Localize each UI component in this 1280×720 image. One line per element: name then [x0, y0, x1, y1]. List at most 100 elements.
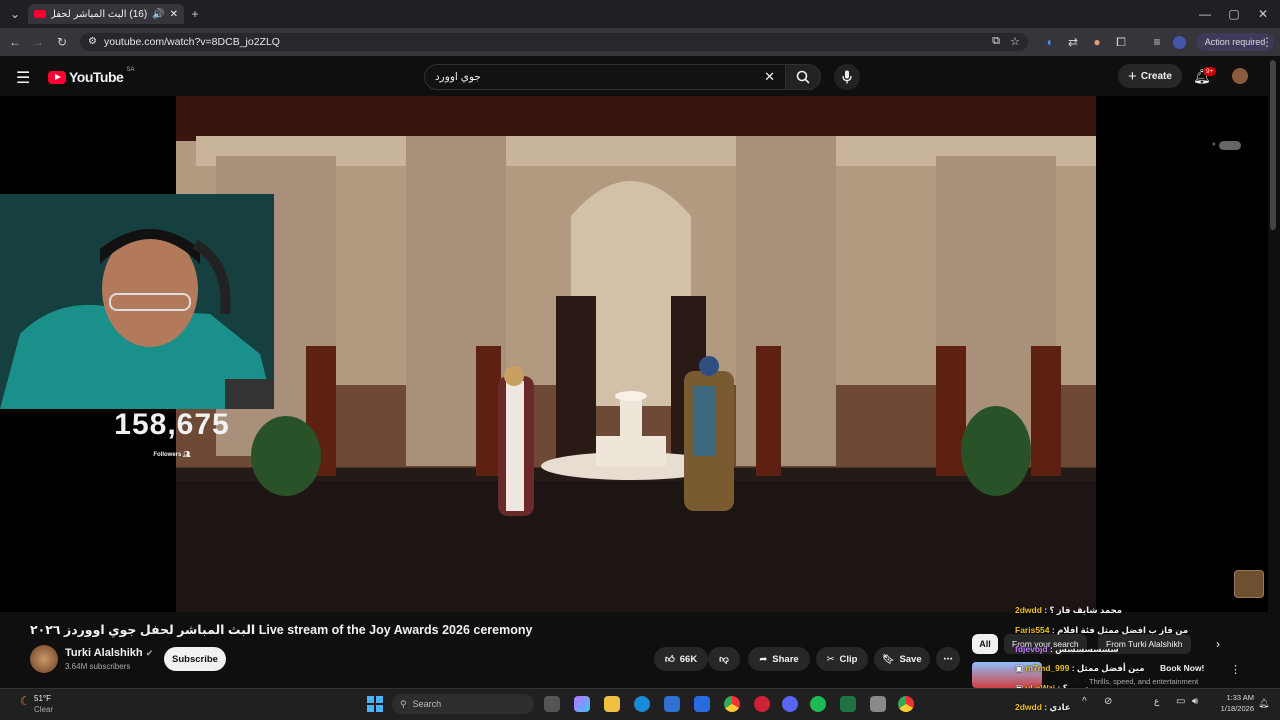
hamburger-menu-icon[interactable]: ☰ [16, 68, 30, 88]
site-info-icon[interactable]: ⚙ [88, 36, 97, 47]
weather-icon[interactable]: ☾ [20, 694, 31, 708]
clear-search-icon[interactable]: ✕ [764, 69, 775, 85]
chrome-profile-icon[interactable] [898, 696, 914, 712]
share-button[interactable]: ➦ Share [748, 647, 810, 671]
followers-label-text: Followers [153, 452, 182, 458]
volume-icon[interactable]: 🔊︎ [1192, 696, 1198, 707]
chat-message: fdjevojd : سسسسسسس [1015, 644, 1119, 654]
spotify-icon[interactable] [810, 696, 826, 712]
chat-message: 2dwdd : محمد شايف فاز ؟ [1015, 605, 1123, 615]
chrome-icon[interactable] [724, 696, 740, 712]
chat-text: مين أفضل ممثل [1076, 663, 1145, 673]
maximize-icon[interactable]: ▢ [1225, 5, 1243, 23]
chat-text: سسسسسسس [1055, 644, 1119, 654]
youtube-play-logo-icon [48, 70, 66, 84]
extension-icon[interactable]: ◖ [1040, 33, 1058, 51]
outlook-icon[interactable] [694, 696, 710, 712]
dislike-button[interactable]: 👎︎ [708, 647, 740, 671]
search-icon: ⚲ [400, 698, 407, 709]
clip-button[interactable]: ✂ Clip [816, 647, 868, 671]
share-arrow-icon: ➦ [759, 653, 768, 665]
channel-avatar[interactable] [30, 645, 58, 673]
suggestion-menu-icon[interactable]: ⋮ [1230, 663, 1241, 676]
bookmark-star-icon[interactable]: ☆ [1010, 35, 1020, 48]
copilot-icon[interactable] [574, 696, 590, 712]
like-button[interactable]: 👍︎ 66K [654, 647, 708, 671]
language-indicator[interactable]: ع [1154, 696, 1159, 707]
chat-username: 2dwdd [1015, 605, 1042, 615]
subscribe-button[interactable]: Subscribe [164, 647, 226, 671]
browser-tab-bar: ⌄ (16) البث المباشر لحفل جوي 🔊 ✕ + — ▢ ✕ [0, 0, 1280, 28]
clock-date[interactable]: 1/18/2026 [1210, 704, 1254, 713]
page-scrollbar[interactable] [1270, 60, 1276, 230]
reading-list-icon[interactable]: ≡ [1148, 33, 1166, 51]
app-icon[interactable] [870, 696, 886, 712]
notification-count-badge: 9+ [1203, 67, 1217, 76]
autoplay-toggle[interactable]: ⏸ [1212, 140, 1250, 150]
windows-start-icon[interactable] [367, 696, 383, 712]
audio-icon[interactable]: 🔊 [152, 9, 164, 20]
save-button[interactable]: 🔖︎ Save [874, 647, 930, 671]
tray-chevron-icon[interactable]: ^ [1082, 696, 1087, 707]
extension-icon[interactable]: ● [1088, 33, 1106, 51]
task-view-icon[interactable] [544, 696, 560, 712]
extensions-puzzle-icon[interactable]: ⧠ [1112, 33, 1130, 51]
save-label: Save [899, 653, 922, 665]
weather-desc: Clear [34, 705, 54, 714]
extension-icon[interactable]: ⇄ [1064, 33, 1082, 51]
voice-search-button[interactable] [834, 64, 860, 90]
chat-text: محمد شايف فاز ؟ [1049, 605, 1123, 615]
network-icon[interactable]: ▭ [1176, 696, 1185, 707]
discord-icon[interactable] [782, 696, 798, 712]
forward-icon[interactable]: → [29, 33, 47, 51]
thumbs-down-icon: 👎︎ [719, 654, 729, 665]
notifications-center-icon[interactable]: 🔔︎ [1258, 698, 1269, 709]
create-button[interactable]: + Create [1118, 64, 1182, 88]
browser-tab[interactable]: (16) البث المباشر لحفل جوي 🔊 ✕ [28, 4, 184, 24]
tab-list-icon[interactable]: ⌄ [6, 5, 24, 23]
subscriber-count: 3.64M subscribers [65, 662, 131, 671]
tray-icon[interactable]: ⊘ [1104, 696, 1112, 707]
chat-message: Faris554 : من فاز ب افضل ممثل فئة افلام [1015, 625, 1189, 635]
chevron-right-icon[interactable]: › [1216, 637, 1220, 651]
reload-icon[interactable]: ↻ [53, 33, 71, 51]
chat-username: Faris554 [1015, 625, 1050, 635]
channel-watermark-icon[interactable] [1234, 570, 1264, 598]
minimize-icon[interactable]: — [1196, 5, 1214, 23]
search-icon [796, 70, 810, 84]
window-close-icon[interactable]: ✕ [1254, 5, 1272, 23]
edge-icon[interactable] [634, 696, 650, 712]
tab-title: (16) البث المباشر لحفل جوي [51, 8, 148, 20]
channel-name[interactable]: Turki Alalshikh ✔ [65, 647, 153, 659]
chat-text: عادي [1049, 702, 1071, 712]
tab-close-icon[interactable]: ✕ [170, 9, 178, 20]
app-icon[interactable] [754, 696, 770, 712]
like-count: 66K [679, 653, 698, 665]
cast-icon[interactable]: ⧉ [992, 35, 1000, 48]
back-icon[interactable]: ← [6, 33, 24, 51]
account-avatar[interactable] [1232, 68, 1248, 84]
profile-avatar[interactable] [1173, 36, 1186, 49]
taskbar-search[interactable]: ⚲ Search [392, 694, 534, 714]
streamer-webcam [0, 194, 274, 409]
browser-menu-icon[interactable]: ⋮ [1258, 33, 1276, 51]
stage-video-frame [176, 96, 1096, 612]
suggestion-title[interactable]: Book Now! [1160, 663, 1204, 673]
search-input[interactable]: جوي اوورد ✕ [424, 64, 786, 90]
more-actions-button[interactable]: ⋯ [936, 647, 960, 671]
file-explorer-icon[interactable] [604, 696, 620, 712]
clock-time[interactable]: 1:33 AM [1214, 693, 1254, 702]
youtube-logo[interactable]: YouTube SA [48, 67, 134, 85]
action-required-label: Action required [1204, 37, 1266, 47]
store-icon[interactable] [664, 696, 680, 712]
address-bar[interactable]: ⚙ youtube.com/watch?v=8DCB_jo2ZLQ ⧉ ☆ [80, 33, 1028, 51]
taskbar-search-label: Search [412, 699, 442, 709]
excel-icon[interactable] [840, 696, 856, 712]
chat-username: m7md_999 [1025, 663, 1070, 673]
filter-chip-all[interactable]: All [972, 634, 998, 654]
weather-temp: 51°F [34, 694, 51, 703]
chat-text: من فاز ب افضل ممثل فئة افلام [1057, 625, 1189, 635]
new-tab-icon[interactable]: + [186, 5, 204, 23]
scissors-icon: ✂ [826, 653, 835, 665]
search-button[interactable] [785, 64, 821, 90]
